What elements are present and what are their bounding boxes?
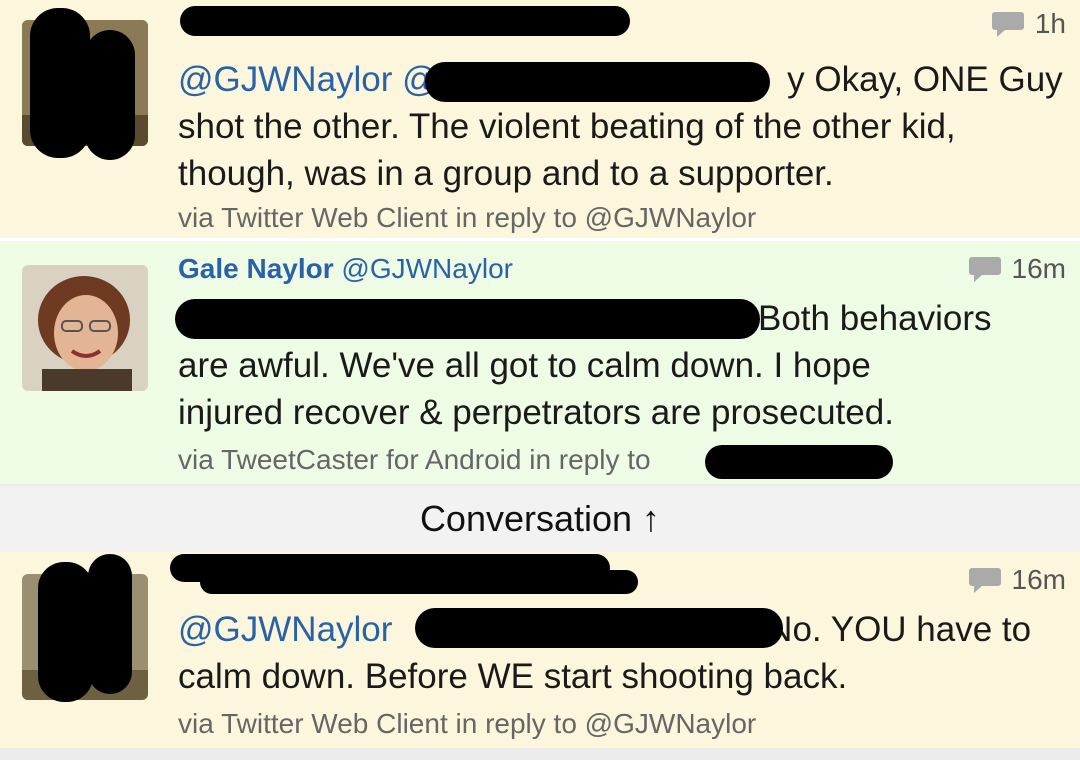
speech-bubble-icon — [991, 12, 1024, 37]
tweet-line: injured recover & perpetrators are prose… — [178, 393, 894, 432]
tweet-card[interactable]: 16m @GJWNaylor No. YOU have to calm down… — [0, 552, 1080, 748]
tweet-card[interactable]: Gale Naylor @GJWNaylor 16m Both behavior… — [0, 241, 1080, 484]
tweet-text-fragment: y Okay, ONE Guy — [787, 60, 1063, 99]
speech-bubble-icon — [968, 568, 1001, 593]
redacted-name — [180, 6, 630, 36]
redacted-scribble — [88, 554, 132, 694]
author-handle[interactable]: @GJWNaylor — [341, 253, 513, 284]
time-label: 16m — [1011, 564, 1066, 595]
redacted-mention — [175, 299, 760, 339]
tweet-card[interactable]: 1h @GJWNaylor @ y Okay, ONE Guy shot the… — [0, 0, 1080, 238]
redacted-mention — [415, 608, 783, 648]
redacted-mention — [425, 62, 770, 102]
redacted-scribble — [85, 30, 135, 160]
redacted-mention — [705, 445, 893, 479]
mention-link[interactable]: @GJWNaylor @ — [178, 60, 438, 99]
via-label: via TweetCaster for Android in reply to — [178, 444, 651, 475]
tweet-text-fragment: Both behaviors — [758, 299, 992, 338]
avatar[interactable] — [22, 265, 148, 391]
mention-link[interactable]: @GJWNaylor — [178, 610, 392, 649]
via-text: via Twitter Web Client in reply to @GJWN… — [178, 202, 757, 233]
via-text: via Twitter Web Client in reply to @GJWN… — [178, 708, 757, 739]
redacted-scribble — [38, 562, 93, 702]
tweet-time: 16m — [968, 564, 1066, 596]
tweet-text-fragment: No. YOU have to — [767, 610, 1032, 649]
tweet-time: 1h — [991, 8, 1066, 40]
tweet-line: though, was in a group and to a supporte… — [178, 154, 834, 193]
redacted-name — [200, 570, 638, 594]
tweet-line: shot the other. The violent beating of t… — [178, 107, 956, 146]
via-text: via TweetCaster for Android in reply to — [178, 444, 651, 476]
author-name[interactable]: Gale Naylor — [178, 253, 334, 284]
tweet-author[interactable]: Gale Naylor @GJWNaylor — [178, 253, 513, 285]
tweet-time: 16m — [968, 253, 1066, 285]
tweet-line: calm down. Before WE start shooting back… — [178, 657, 848, 696]
redacted-scribble — [30, 8, 90, 158]
time-label: 1h — [1034, 8, 1066, 39]
conversation-toggle[interactable]: Conversation ↑ — [0, 486, 1080, 552]
speech-bubble-icon — [968, 257, 1001, 282]
time-label: 16m — [1011, 253, 1066, 284]
tweet-line: are awful. We've all got to calm down. I… — [178, 346, 871, 385]
